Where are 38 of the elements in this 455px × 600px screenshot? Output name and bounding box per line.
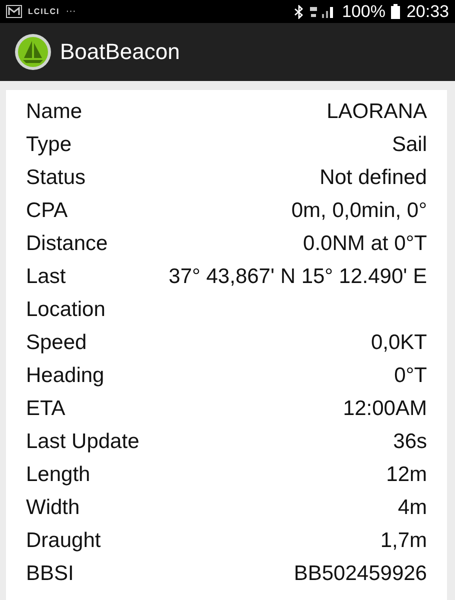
more-notifications: ··· — [66, 6, 76, 18]
field-value: 36s — [393, 429, 427, 455]
field-label: Width — [26, 495, 80, 521]
field-value: 0.0NM at 0°T — [303, 231, 427, 257]
field-value: 0°T — [394, 363, 427, 389]
sailboat-logo-icon — [14, 33, 52, 72]
field-value: 1,7m — [380, 528, 427, 554]
field-value: BB502459926 — [294, 561, 427, 587]
field-label: ETA — [26, 396, 66, 422]
field-value: LAORANA — [326, 99, 427, 125]
app-title: BoatBeacon — [60, 39, 180, 66]
battery-percent: 100% — [342, 2, 386, 22]
field-value: 0m, 0,0min, 0° — [291, 198, 427, 224]
field-label: Last Update — [26, 429, 140, 455]
bluetooth-icon — [294, 4, 304, 19]
notification-text: LCILCI — [28, 7, 60, 16]
field-label: CPA — [26, 198, 68, 224]
field-label: Status — [26, 165, 86, 191]
mail-icon — [6, 5, 22, 18]
field-value: 12:00AM — [342, 396, 427, 422]
field-label: Draught — [26, 528, 101, 554]
field-label: Heading — [26, 363, 104, 389]
battery-icon — [391, 4, 400, 20]
field-label: Name — [26, 99, 82, 125]
field-value: Not defined — [320, 165, 427, 191]
field-value: 0,0KT — [370, 330, 427, 356]
field-label: Last Location — [26, 264, 106, 323]
field-value: 37° 43,867' N 15° 12.490' E — [168, 264, 427, 290]
field-value: Sail — [392, 132, 427, 158]
field-value: 4m — [398, 495, 427, 521]
field-label: Length — [26, 462, 90, 488]
clock: 20:33 — [406, 2, 449, 22]
field-label: Type — [26, 132, 72, 158]
field-label: Distance — [26, 231, 108, 257]
field-label: Speed — [26, 330, 87, 356]
field-value: 12m — [386, 462, 427, 488]
signal-icon — [310, 4, 336, 19]
field-label: BBSI — [26, 561, 74, 587]
